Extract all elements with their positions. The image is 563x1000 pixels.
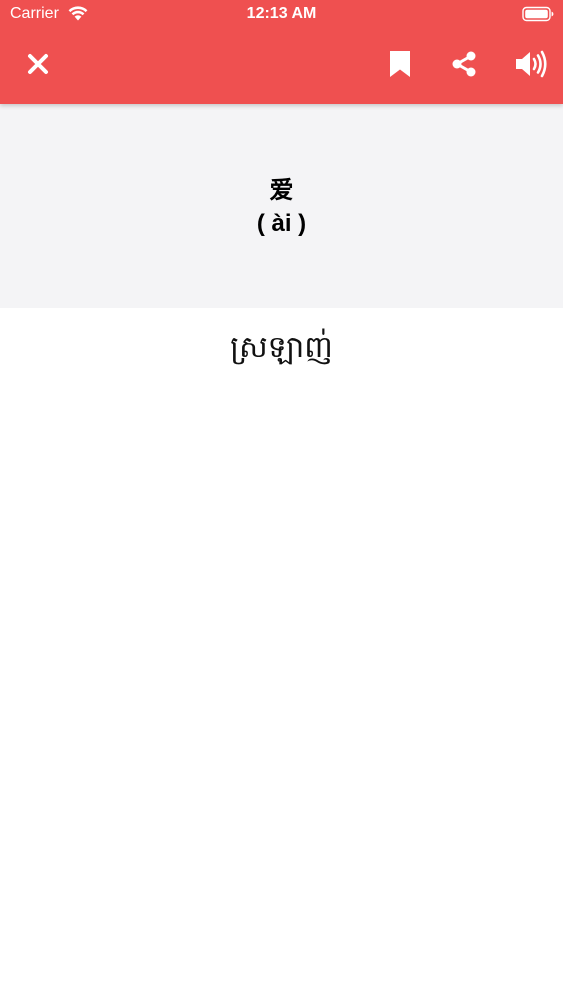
bookmark-icon xyxy=(389,50,411,83)
audio-button[interactable] xyxy=(511,46,551,86)
share-button[interactable] xyxy=(444,46,484,86)
bookmark-button[interactable] xyxy=(380,46,420,86)
status-bar: Carrier 12:13 AM xyxy=(0,0,563,28)
status-time: 12:13 AM xyxy=(246,5,317,22)
close-button[interactable] xyxy=(18,46,58,86)
word-card: 爱 ( ài ) xyxy=(0,104,563,308)
speaker-icon xyxy=(515,50,547,83)
word-pinyin: ( ài ) xyxy=(256,210,307,237)
share-icon xyxy=(451,51,477,82)
close-icon xyxy=(27,53,49,80)
top-app-bar: Carrier 12:13 AM xyxy=(0,0,563,104)
battery-icon xyxy=(522,6,554,22)
word-hanzi: 爱 xyxy=(269,176,294,204)
translation-text: ស្រឡាញ់ xyxy=(230,330,333,365)
